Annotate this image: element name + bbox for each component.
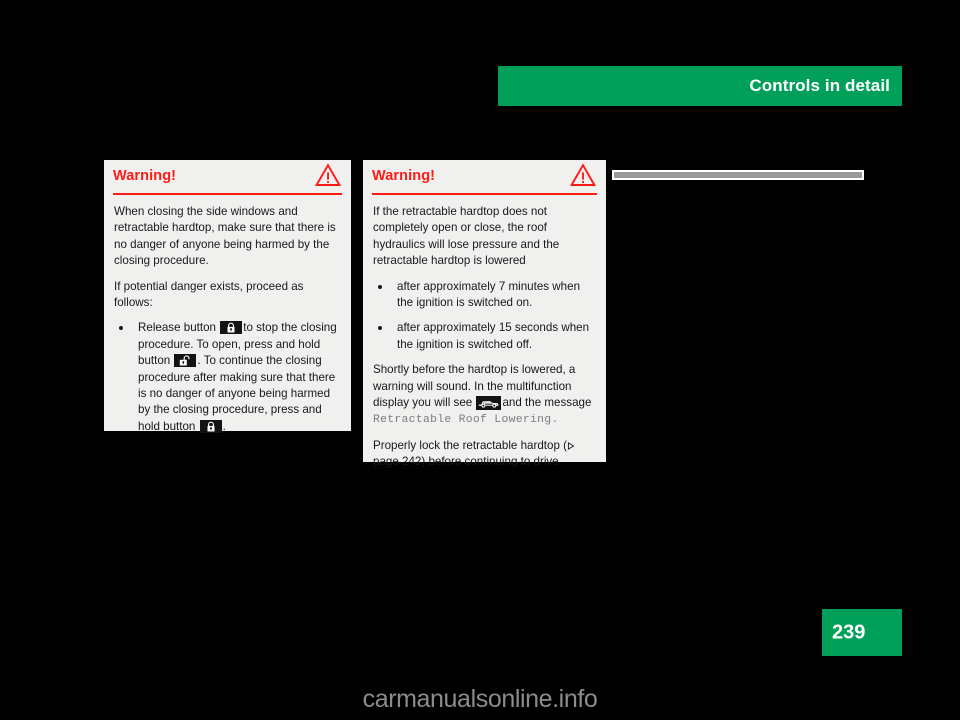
bullet-text-segment: .: [222, 419, 226, 433]
warning-paragraph: Properly lock the retractable hardtop ( p…: [373, 438, 596, 471]
warning-box-hardtop-hydraulics: Warning! If the retractable hardtop does…: [363, 160, 606, 468]
warning-header: Warning!: [113, 160, 342, 195]
warning-triangle-icon: [314, 163, 342, 187]
warning-body: When closing the side windows and retrac…: [104, 195, 351, 452]
page-number: 239: [832, 621, 866, 643]
list-item: Release button to stop the closing proce…: [114, 320, 341, 435]
page-header-bar: Controls in detail: [498, 66, 902, 106]
warning-bullet-list: after approximately 7 minutes when the i…: [373, 279, 596, 354]
page-reference-triangle-icon: [567, 439, 575, 450]
paragraph-segment: Properly lock the retractable hardtop (: [373, 438, 567, 452]
bullet-text: after approximately 7 minutes when the i…: [397, 279, 581, 310]
bullet-text: after approximately 15 seconds when the …: [397, 321, 590, 351]
lock-closed-button-icon: [199, 419, 222, 433]
warning-paragraph: If the retractable hardtop does not comp…: [373, 205, 560, 268]
page-number-box: 239: [822, 609, 902, 656]
paragraph-segment: ) before continuing to drive.: [421, 455, 562, 469]
warning-bullet-list: Release button to stop the closing proce…: [114, 320, 341, 435]
margin-divider-rule: [612, 170, 864, 180]
list-item: after approximately 15 seconds when the …: [373, 320, 596, 353]
page-reference-link[interactable]: page 242: [373, 455, 421, 468]
bullet-text-segment: Release button: [138, 321, 216, 335]
warning-header: Warning!: [372, 160, 597, 195]
multifunction-display-message: Retractable Roof Lowering.: [373, 414, 559, 427]
margin-divider-fill: [614, 172, 862, 178]
bullet-dot-icon: [378, 326, 382, 331]
bullet-dot-icon: [119, 326, 123, 331]
warning-heading-label: Warning!: [113, 168, 177, 184]
warning-body: If the retractable hardtop does not comp…: [363, 195, 606, 479]
warning-paragraph: If potential danger exists, proceed as f…: [114, 279, 304, 310]
warning-triangle-icon: [569, 163, 597, 187]
warning-box-side-windows: Warning! When closing the side windows a…: [104, 160, 351, 433]
paragraph-segment: and the message: [502, 396, 592, 410]
retractable-roof-car-icon: [476, 396, 502, 411]
page-title: Controls in detail: [749, 76, 890, 95]
lock-open-button-icon: [174, 354, 197, 368]
list-item: after approximately 7 minutes when the i…: [373, 279, 596, 312]
warning-paragraph: When closing the side windows and retrac…: [114, 205, 336, 268]
site-watermark: carmanualsonline.info: [362, 685, 598, 713]
bullet-dot-icon: [378, 284, 382, 289]
lock-closed-button-icon: [220, 321, 243, 335]
warning-paragraph: Shortly before the hardtop is lowered, a…: [373, 362, 596, 429]
warning-heading-label: Warning!: [372, 168, 436, 184]
